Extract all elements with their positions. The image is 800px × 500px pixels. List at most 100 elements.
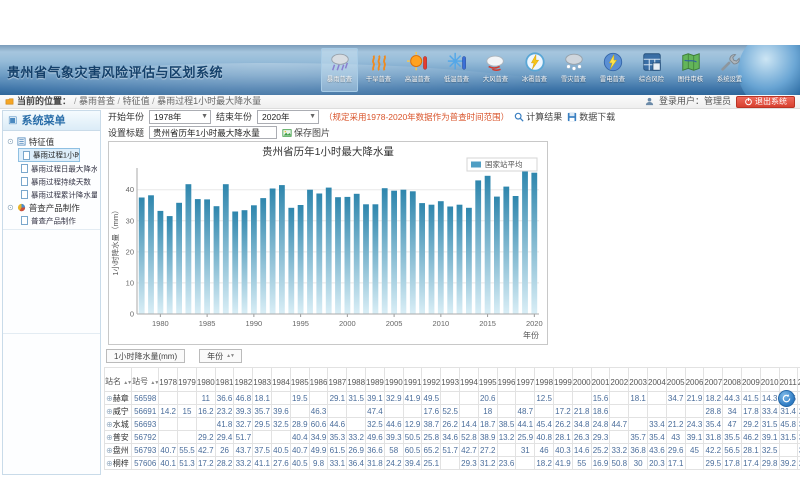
year-field-chip[interactable]: 年份 ▲▼ bbox=[199, 349, 242, 363]
year-column-header[interactable]: 1982 bbox=[234, 368, 253, 392]
year-column-header[interactable]: 1989 bbox=[366, 368, 385, 392]
sidebar-item[interactable]: 普查产品制作 bbox=[18, 214, 98, 227]
tree-expander-icon[interactable]: ⊙ bbox=[7, 203, 14, 212]
toolbar-item-high-temp[interactable]: 高温普查 bbox=[399, 48, 436, 92]
start-year-label: 开始年份 bbox=[108, 110, 144, 123]
table-row: ⊕盘州5679340.755.542.72643.737.540.540.749… bbox=[105, 444, 800, 457]
download-button[interactable]: 数据下载 bbox=[567, 110, 615, 123]
value-cell: 41.8 bbox=[215, 418, 234, 431]
value-cell: 30 bbox=[629, 457, 648, 470]
year-column-header[interactable]: 1995 bbox=[478, 368, 497, 392]
year-column-header[interactable]: 1979 bbox=[178, 368, 197, 392]
sidebar-splitter-1[interactable] bbox=[3, 229, 100, 230]
toolbar-item-wind[interactable]: 大风普查 bbox=[477, 48, 514, 92]
toolbar-item-composite-risk[interactable]: 综合风险 bbox=[633, 48, 670, 92]
breadcrumb-item[interactable]: 特征值 bbox=[123, 96, 150, 106]
value-cell: 31.5 bbox=[347, 392, 366, 405]
toolbar-item-snow[interactable]: 雪灾普查 bbox=[555, 48, 592, 92]
year-column-header[interactable]: 1985 bbox=[290, 368, 309, 392]
sidebar-tree: ⊙特征值暴雨过程1小时最大降水量暴雨过程日最大降水量暴雨过程持续天数暴雨过程累计… bbox=[3, 131, 100, 229]
year-column-header[interactable]: 1984 bbox=[272, 368, 291, 392]
year-column-header[interactable]: 2009 bbox=[741, 368, 760, 392]
calculate-button[interactable]: 计算结果 bbox=[514, 110, 562, 123]
year-column-header[interactable]: 2000 bbox=[572, 368, 591, 392]
sort-icons[interactable]: ▲▼ bbox=[123, 380, 131, 386]
year-column-header[interactable]: 1994 bbox=[460, 368, 479, 392]
value-cell bbox=[272, 431, 291, 444]
start-year-select[interactable]: 1978年 ▼ bbox=[149, 110, 211, 124]
year-column-header[interactable]: 1998 bbox=[535, 368, 554, 392]
station-id-header[interactable]: 站号 ▲▼ bbox=[132, 368, 159, 392]
expand-row-icon[interactable]: ⊕ bbox=[106, 433, 113, 442]
measure-chip[interactable]: 1小时降水量(mm) bbox=[106, 349, 185, 363]
value-cell: 39.1 bbox=[366, 392, 385, 405]
year-column-header[interactable]: 1990 bbox=[384, 368, 403, 392]
year-column-header[interactable]: 2003 bbox=[629, 368, 648, 392]
year-column-header[interactable]: 2002 bbox=[610, 368, 629, 392]
toolbar-item-rainstorm[interactable]: 暴雨普查 bbox=[321, 48, 358, 92]
page-icon bbox=[21, 164, 28, 173]
expand-row-icon[interactable]: ⊕ bbox=[106, 446, 113, 455]
year-column-header[interactable]: 1980 bbox=[196, 368, 215, 392]
sidebar-item[interactable]: 暴雨过程累计降水量 bbox=[18, 188, 98, 201]
tree-expander-icon[interactable]: ⊙ bbox=[7, 137, 14, 146]
expand-row-icon[interactable]: ⊕ bbox=[106, 407, 113, 416]
year-column-header[interactable]: 1981 bbox=[215, 368, 234, 392]
expand-row-icon[interactable]: ⊕ bbox=[106, 394, 113, 403]
year-column-header[interactable]: 1991 bbox=[403, 368, 422, 392]
toolbar-item-settings[interactable]: 系统设置 bbox=[711, 48, 748, 92]
end-year-select[interactable]: 2020年 ▼ bbox=[257, 110, 319, 124]
year-column-header[interactable]: 2007 bbox=[704, 368, 723, 392]
sidebar-item[interactable]: 暴雨过程1小时最大降水量 bbox=[18, 148, 80, 162]
pivot-chips: 1小时降水量(mm) 年份 ▲▼ bbox=[106, 349, 242, 363]
year-column-header[interactable]: 2008 bbox=[723, 368, 742, 392]
year-column-header[interactable]: 1986 bbox=[309, 368, 328, 392]
year-column-header[interactable]: 2011 bbox=[779, 368, 797, 392]
save-image-button[interactable]: 保存图片 bbox=[282, 126, 330, 139]
year-column-header[interactable]: 2005 bbox=[666, 368, 685, 392]
toolbar-item-low-temp[interactable]: 低温普查 bbox=[438, 48, 475, 92]
year-column-header[interactable]: 1988 bbox=[347, 368, 366, 392]
year-column-header[interactable]: 2010 bbox=[760, 368, 779, 392]
toolbar-item-map-review[interactable]: 图件审核 bbox=[672, 48, 709, 92]
value-cell bbox=[535, 405, 554, 418]
toolbar-item-hail[interactable]: 冰雹普查 bbox=[516, 48, 553, 92]
year-column-header[interactable]: 1978 bbox=[159, 368, 178, 392]
year-column-header[interactable]: 1999 bbox=[554, 368, 573, 392]
year-column-header[interactable]: 1996 bbox=[497, 368, 516, 392]
sidebar-group-0[interactable]: ⊙特征值 bbox=[5, 135, 98, 148]
y-tick-label: 30 bbox=[126, 216, 134, 225]
value-cell: 17.8 bbox=[741, 405, 760, 418]
sort-icons[interactable]: ▲▼ bbox=[150, 380, 158, 386]
expand-row-icon[interactable]: ⊕ bbox=[106, 420, 113, 429]
year-column-header[interactable]: 1997 bbox=[516, 368, 535, 392]
sidebar-item[interactable]: 暴雨过程持续天数 bbox=[18, 175, 98, 188]
expand-row-icon[interactable]: ⊕ bbox=[106, 459, 113, 468]
toolbar-item-drought[interactable]: 干旱普查 bbox=[360, 48, 397, 92]
year-column-header[interactable]: 2006 bbox=[685, 368, 704, 392]
year-column-header[interactable]: 1983 bbox=[253, 368, 272, 392]
station-name-cell: ⊕盘州 bbox=[105, 444, 132, 457]
year-column-header[interactable]: 2001 bbox=[591, 368, 610, 392]
logout-button[interactable]: 退出系统 bbox=[736, 96, 795, 108]
station-name-header[interactable]: 站名 ▲▼ bbox=[105, 368, 132, 392]
toolbar-item-lightning[interactable]: 雷电普查 bbox=[594, 48, 631, 92]
application-window: 贵州省气象灾害风险评估与区划系统 暴雨普查干旱普查高温普查低温普查大风普查冰雹普… bbox=[0, 45, 800, 477]
year-column-header[interactable]: 1992 bbox=[422, 368, 441, 392]
value-cell: 35.4 bbox=[648, 431, 667, 444]
year-column-header[interactable]: 2004 bbox=[648, 368, 667, 392]
sidebar-item[interactable]: 暴雨过程日最大降水量 bbox=[18, 162, 98, 175]
sort-icons: ▲▼ bbox=[226, 353, 234, 359]
chart-title-input[interactable] bbox=[149, 126, 277, 139]
year-column-header[interactable]: 1993 bbox=[441, 368, 460, 392]
table-row: ⊕桐梓5760640.151.317.228.233.241.127.640.5… bbox=[105, 457, 800, 470]
value-cell: 15.6 bbox=[591, 392, 610, 405]
value-cell: 9.8 bbox=[309, 457, 328, 470]
sidebar-splitter-2[interactable] bbox=[3, 333, 100, 334]
bar bbox=[158, 211, 164, 314]
year-column-header[interactable]: 1987 bbox=[328, 368, 347, 392]
breadcrumb-item[interactable]: 暴雨过程1小时最大降水量 bbox=[157, 96, 261, 106]
sidebar-group-1[interactable]: ⊙普查产品制作 bbox=[5, 201, 98, 214]
refresh-float-button[interactable] bbox=[778, 390, 795, 407]
breadcrumb-item[interactable]: 暴雨普查 bbox=[79, 96, 115, 106]
